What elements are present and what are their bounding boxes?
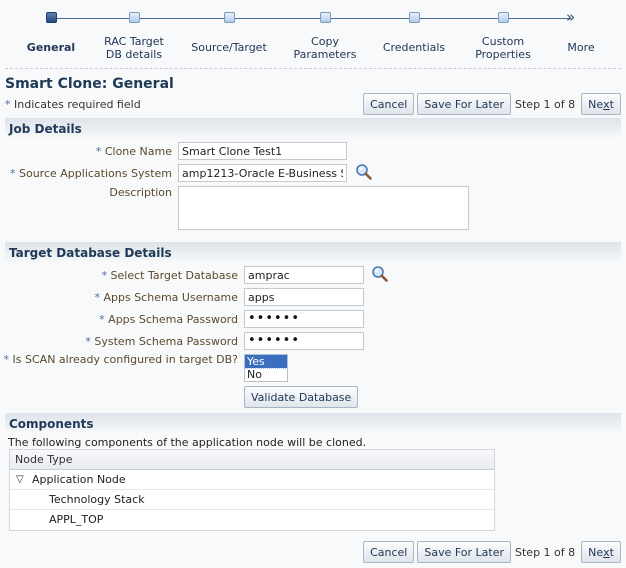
next-label-suffix: t <box>609 545 614 559</box>
step-indicator: Step 1 of 8 <box>515 97 576 111</box>
top-button-bar: Cancel Save For Later Step 1 of 8 Ne x t <box>360 93 621 115</box>
train-stop-marker-active[interactable] <box>46 12 57 23</box>
cancel-button[interactable]: Cancel <box>363 93 415 115</box>
system-password-label-text: System Schema Password <box>94 335 238 348</box>
system-password-input[interactable]: •••••• <box>244 332 364 350</box>
select-db-row: * Select Target Database <box>0 266 238 286</box>
target-db-header: Target Database Details <box>5 242 621 262</box>
tree-row-label: Technology Stack <box>49 493 145 506</box>
components-tree-table: Node Type ▽ Application Node Technology … <box>9 449 495 531</box>
cancel-button[interactable]: Cancel <box>363 541 415 563</box>
step-indicator: Step 1 of 8 <box>515 545 576 559</box>
required-star: * <box>95 145 102 158</box>
train-stop-label: Credentials <box>382 41 446 54</box>
train-stop-label-line1: Custom <box>481 35 525 48</box>
train-stop-marker[interactable] <box>409 12 420 23</box>
tree-row-appl-top[interactable]: APPL_TOP <box>10 510 494 530</box>
train-stop-label-line1: RAC Target <box>104 35 164 48</box>
train-more-label[interactable]: More <box>536 41 626 54</box>
train-stop-label-line2: Parameters <box>293 48 357 61</box>
train-stop-label: General <box>26 41 76 54</box>
description-row: Description <box>0 183 172 203</box>
apps-username-label-text: Apps Schema Username <box>103 291 238 304</box>
required-star: * <box>94 291 100 304</box>
apps-password-label: * Apps Schema Password <box>99 313 238 326</box>
components-description: The following components of the applicat… <box>8 436 367 449</box>
required-star: * <box>10 167 16 180</box>
train-stop-label: Source/Target <box>191 41 267 54</box>
required-star: * <box>5 98 11 111</box>
description-label: Description <box>109 186 172 199</box>
required-field-note: * Indicates required field <box>5 98 141 111</box>
collapse-triangle-icon[interactable]: ▽ <box>16 470 24 490</box>
column-header-node-type[interactable]: Node Type <box>10 450 494 470</box>
train-stop-label: RAC Target DB details <box>89 35 179 61</box>
apps-username-row: * Apps Schema Username <box>0 288 238 308</box>
bottom-button-bar: Cancel Save For Later Step 1 of 8 Ne x t <box>360 541 621 563</box>
validate-database-button[interactable]: Validate Database <box>244 386 359 408</box>
train-stop-label-line2: DB details <box>105 48 163 61</box>
next-label-prefix: Ne <box>588 97 604 111</box>
source-system-row: * Source Applications System <box>0 164 172 184</box>
scan-configured-label: * Is SCAN already configured in target D… <box>4 353 238 366</box>
page-title: Smart Clone: General <box>5 76 174 92</box>
train-stop-marker[interactable] <box>320 12 331 23</box>
required-star: * <box>101 269 108 282</box>
process-train: General RAC Target DB details Source/Tar… <box>0 0 626 68</box>
source-system-label: * Source Applications System <box>10 167 172 180</box>
train-divider <box>5 68 621 69</box>
tree-row-label: Application Node <box>32 473 126 486</box>
next-button[interactable]: Ne x t <box>581 541 621 563</box>
system-password-row: * System Schema Password <box>0 332 238 352</box>
tree-row-application-node[interactable]: ▽ Application Node <box>10 470 494 490</box>
tree-row-label: APPL_TOP <box>49 513 104 526</box>
tree-row-technology-stack[interactable]: Technology Stack <box>10 490 494 510</box>
clone-name-row: * Clone Name <box>0 142 172 162</box>
search-icon[interactable] <box>355 163 373 181</box>
next-label-suffix: t <box>609 97 614 111</box>
train-stop-label: Copy Parameters <box>280 35 370 61</box>
train-stop-marker[interactable] <box>498 12 509 23</box>
source-system-label-text: Source Applications System <box>19 167 172 180</box>
apps-username-label: * Apps Schema Username <box>94 291 238 304</box>
apps-password-input[interactable]: •••••• <box>244 310 364 328</box>
train-stop-marker[interactable] <box>224 12 235 23</box>
listbox-option-no[interactable]: No <box>245 368 287 381</box>
train-stop-marker[interactable] <box>129 12 140 23</box>
required-star: * <box>3 353 10 366</box>
apps-password-row: * Apps Schema Password <box>0 310 238 330</box>
double-chevron-right-icon[interactable]: » <box>566 9 575 25</box>
save-for-later-button[interactable]: Save For Later <box>417 541 512 563</box>
train-stop-label-line2: Properties <box>475 48 531 61</box>
system-password-label: * System Schema Password <box>85 335 238 348</box>
search-icon[interactable] <box>371 265 389 283</box>
scan-configured-row: * Is SCAN already configured in target D… <box>0 350 238 370</box>
apps-password-label-text: Apps Schema Password <box>108 313 238 326</box>
select-db-label: * Select Target Database <box>102 269 238 282</box>
apps-username-input[interactable] <box>244 288 364 306</box>
required-star: * <box>99 313 105 326</box>
description-textarea[interactable] <box>178 186 469 230</box>
train-stop-label-line1: Copy <box>311 35 339 48</box>
listbox-option-yes[interactable]: Yes <box>244 354 288 369</box>
required-star: * <box>85 335 91 348</box>
components-header: Components <box>5 413 621 433</box>
scan-configured-label-text: Is SCAN already configured in target DB? <box>12 353 238 366</box>
target-database-input[interactable] <box>244 266 364 284</box>
clone-name-label-text: Clone Name <box>104 145 172 158</box>
source-system-input[interactable] <box>178 164 347 182</box>
next-button[interactable]: Ne x t <box>581 93 621 115</box>
job-details-header: Job Details <box>5 118 621 138</box>
scan-configured-listbox[interactable]: Yes No <box>244 354 288 382</box>
train-stop-label: Custom Properties <box>458 35 548 61</box>
select-db-label-text: Select Target Database <box>110 269 238 282</box>
clone-name-input[interactable] <box>178 142 347 160</box>
clone-name-label: * Clone Name <box>96 145 172 158</box>
next-label-prefix: Ne <box>588 545 604 559</box>
required-note-text: Indicates required field <box>14 98 141 111</box>
save-for-later-button[interactable]: Save For Later <box>417 93 512 115</box>
